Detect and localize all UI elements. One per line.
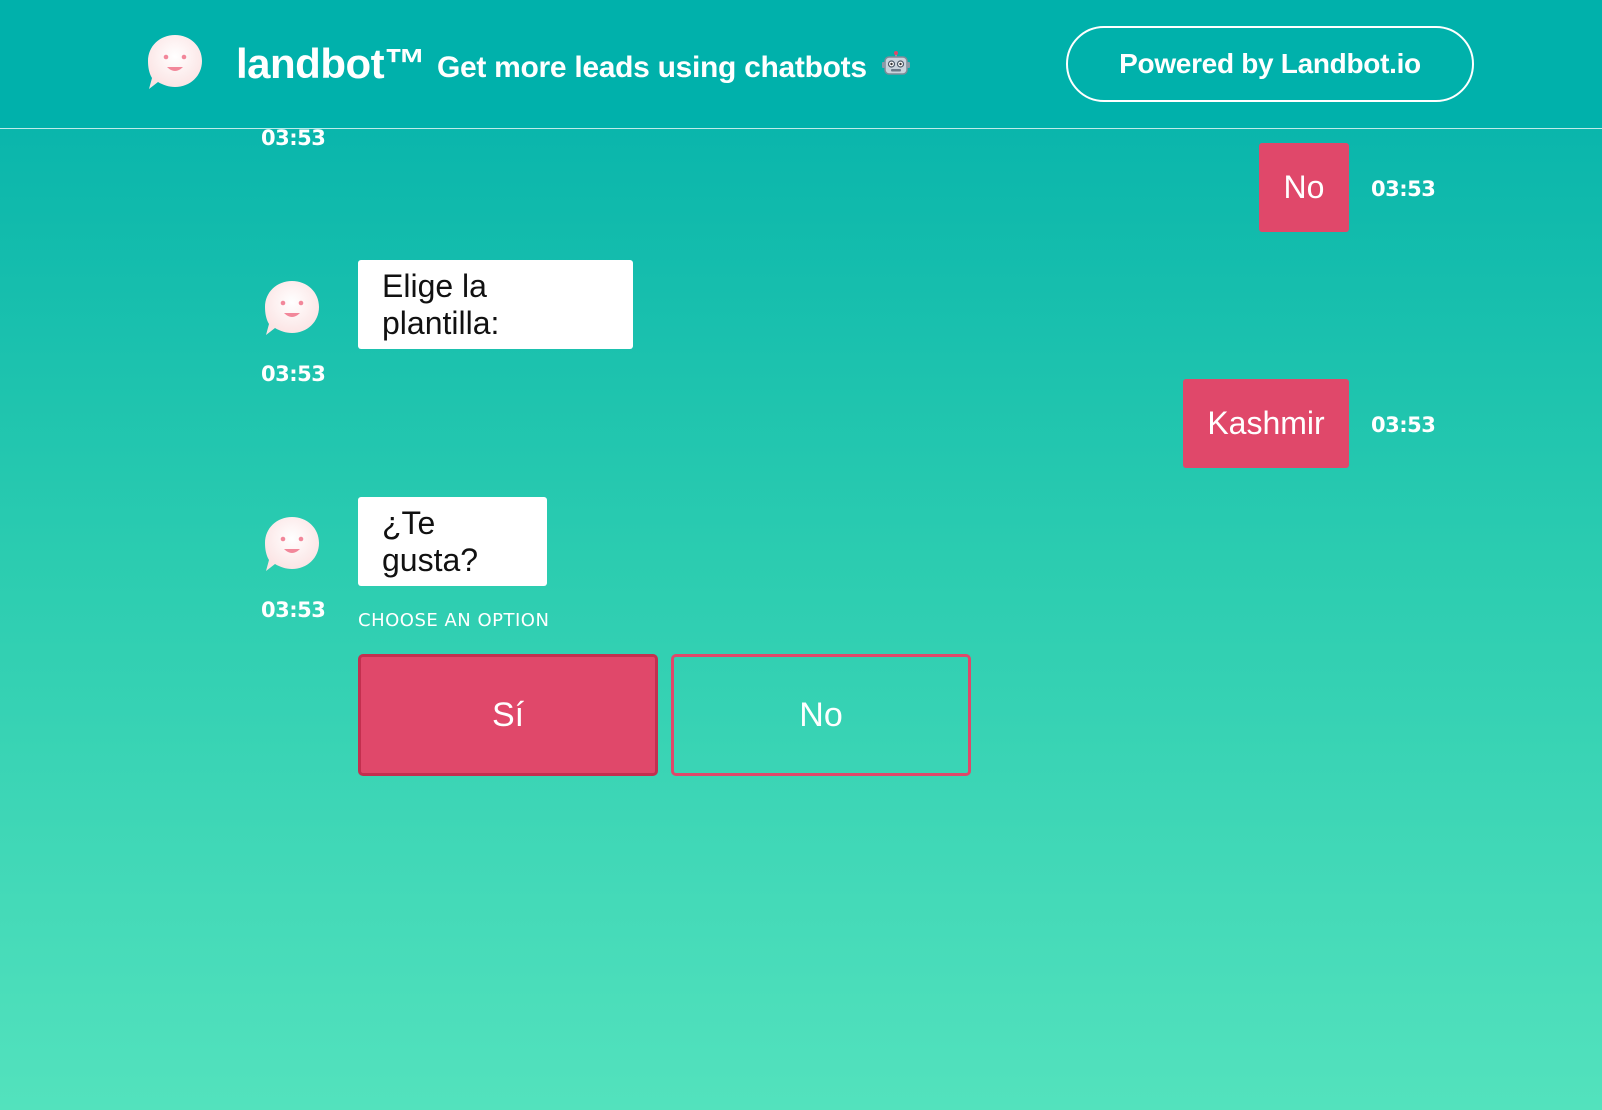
bot-avatar-icon <box>261 277 323 339</box>
bot-avatar-icon <box>261 513 323 575</box>
powered-by-button[interactable]: Powered by Landbot.io <box>1066 26 1474 102</box>
landbot-logo-icon <box>144 31 206 93</box>
message-time: 03:53 <box>261 362 326 386</box>
option-yes-button[interactable]: Sí <box>358 654 658 776</box>
message-time: 03:53 <box>261 126 326 150</box>
bot-message-bubble: Elige la plantilla: <box>358 260 633 349</box>
brand-name: landbot™ <box>236 40 426 87</box>
message-time: 03:53 <box>261 598 326 622</box>
user-message-bubble: No <box>1259 143 1349 232</box>
message-time: 03:53 <box>1371 177 1436 201</box>
choose-option-label: CHOOSE AN OPTION <box>358 610 550 631</box>
tagline: Get more leads using chatbots <box>437 50 911 85</box>
option-no-button[interactable]: No <box>671 654 971 776</box>
bot-message-bubble: ¿Te gusta? <box>358 497 547 586</box>
robot-icon <box>881 51 910 75</box>
message-time: 03:53 <box>1371 413 1436 437</box>
header-bar: landbot™ Get more leads using chatbots P… <box>0 0 1602 129</box>
user-message-bubble: Kashmir <box>1183 379 1349 468</box>
tagline-text: Get more leads using chatbots <box>437 51 867 84</box>
